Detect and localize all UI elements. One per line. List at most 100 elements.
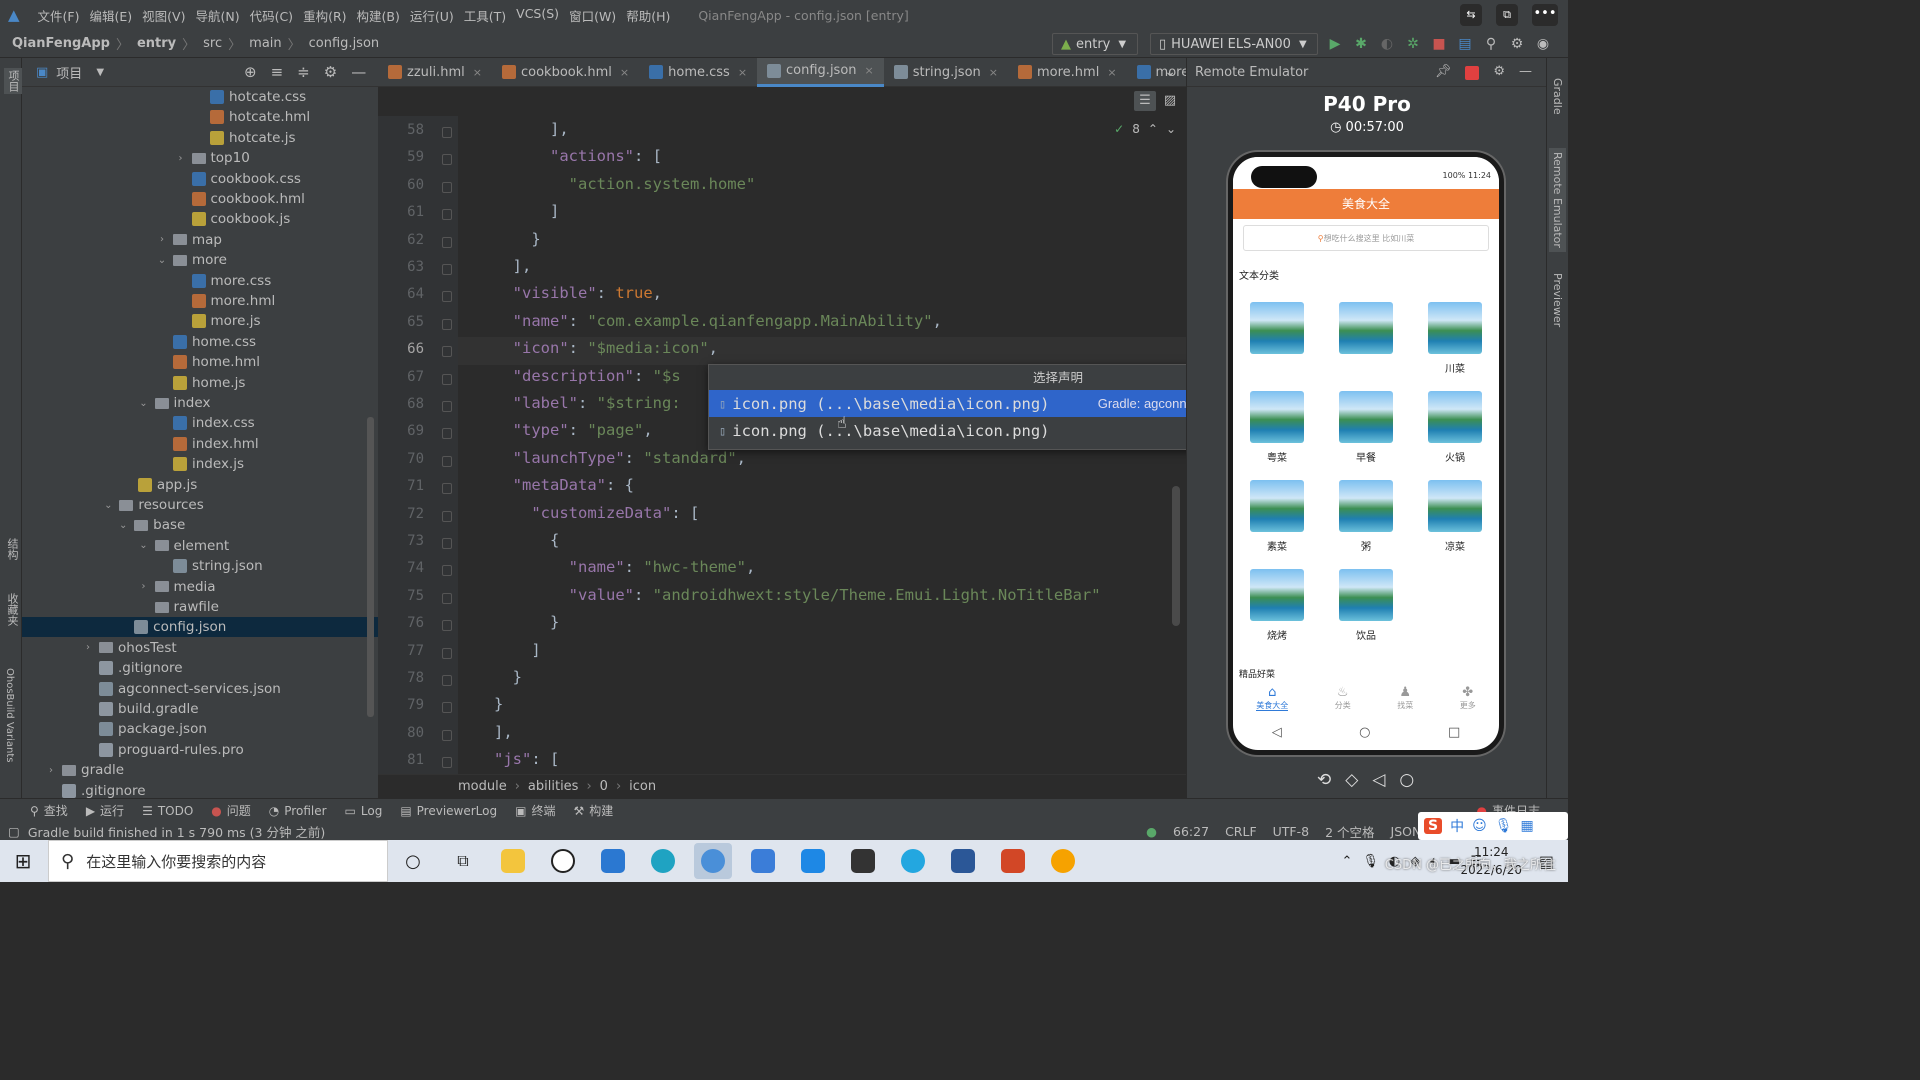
mail-icon[interactable] — [594, 843, 632, 879]
image-preview-icon[interactable]: ▨ — [1160, 91, 1180, 111]
tool-window-gradle[interactable]: Gradle — [1551, 78, 1564, 115]
debug-icon[interactable]: ✱ — [1352, 35, 1370, 53]
browser-icon[interactable] — [694, 843, 732, 879]
close-icon[interactable]: × — [1107, 66, 1116, 79]
keyboard-icon[interactable]: ▦ — [1520, 818, 1533, 834]
tree-node[interactable]: home.js — [155, 373, 245, 393]
window-icon[interactable]: ⧉ — [1496, 4, 1518, 26]
fold-marker-icon[interactable] — [442, 510, 452, 522]
category-item[interactable]: 饮品 — [1338, 569, 1394, 642]
tree-node[interactable]: index.css — [155, 413, 255, 433]
tree-node[interactable]: proguard-rules.pro — [81, 740, 244, 760]
tool-log[interactable]: ▭ Log — [345, 804, 383, 818]
tree-node[interactable]: more.js — [174, 311, 261, 331]
home-icon[interactable]: ○ — [1359, 725, 1370, 745]
search-icon[interactable]: ⚲ — [1482, 35, 1500, 53]
hide-icon[interactable]: — — [351, 63, 366, 81]
tool-window-build-variants[interactable]: OhosBuild Variants — [4, 668, 15, 763]
menu-item[interactable]: 导航(N) — [195, 6, 239, 25]
tree-node[interactable]: cookbook.js — [174, 209, 290, 229]
chevron-down-icon[interactable]: ⌄ — [137, 540, 151, 551]
editor-tab[interactable]: home.css × — [639, 58, 757, 87]
translate-icon[interactable]: ⇆ — [1460, 4, 1482, 26]
chevron-down-icon[interactable]: ⌄ — [137, 398, 151, 409]
fold-marker-icon[interactable] — [442, 401, 452, 412]
fold-marker-icon[interactable] — [442, 154, 452, 166]
tool-window-structure[interactable]: 结构 — [4, 538, 20, 560]
category-item[interactable]: 粥 — [1338, 480, 1394, 553]
edge-icon[interactable] — [644, 843, 682, 879]
app-icon[interactable] — [1044, 843, 1082, 879]
close-icon[interactable]: × — [865, 64, 874, 77]
chevron-right-icon[interactable]: › — [81, 642, 95, 653]
tool-problems[interactable]: ● 问题 — [211, 802, 251, 819]
category-item[interactable]: 早餐 — [1338, 391, 1394, 464]
tree-node[interactable]: home.css — [155, 332, 256, 352]
category-item[interactable] — [1338, 302, 1394, 360]
tree-node[interactable]: › map — [155, 230, 222, 250]
gear-icon[interactable]: ⚙ — [1508, 35, 1526, 53]
tree-node[interactable]: ⌄ resources — [101, 495, 204, 515]
menu-item[interactable]: 文件(F) — [38, 6, 80, 25]
fold-marker-icon[interactable] — [442, 455, 452, 467]
tree-node[interactable]: index.hml — [155, 434, 259, 454]
fold-marker-icon[interactable] — [442, 127, 452, 138]
run-icon[interactable]: ▶ — [1326, 35, 1344, 53]
breadcrumb-project[interactable]: QianFengApp — [12, 36, 110, 51]
chevron-right-icon[interactable]: › — [44, 765, 58, 776]
collapse-all-icon[interactable]: ≑ — [297, 63, 310, 81]
category-item[interactable]: 素菜 — [1249, 480, 1305, 553]
category-item[interactable]: 凉菜 — [1427, 480, 1483, 553]
breadcrumb-item[interactable]: module — [458, 779, 507, 794]
word-icon[interactable] — [944, 843, 982, 879]
breadcrumb-item[interactable]: abilities — [528, 779, 579, 794]
pin-icon[interactable]: 📌︎ — [1435, 64, 1452, 80]
tree-node[interactable]: cookbook.hml — [174, 189, 305, 209]
editor-tab[interactable]: config.json × — [757, 57, 884, 87]
category-item[interactable]: 粤菜 — [1249, 391, 1305, 464]
hide-icon[interactable]: — — [1519, 64, 1532, 80]
cursor-position[interactable]: 66:27 — [1173, 824, 1209, 839]
fold-marker-icon[interactable] — [442, 565, 452, 577]
breadcrumb-main[interactable]: main — [249, 36, 281, 51]
tree-node[interactable]: ⌄ index — [137, 393, 210, 413]
app-icon[interactable] — [894, 843, 932, 879]
tool-window-previewer[interactable]: Previewer — [1551, 273, 1564, 327]
tree-node[interactable]: rawfile — [137, 597, 219, 617]
chevron-down-icon[interactable]: ⌄ — [1164, 64, 1176, 80]
fold-marker-icon[interactable] — [442, 647, 452, 659]
run-config-select[interactable]: ▲ entry ▼ — [1052, 33, 1138, 55]
fold-marker-icon[interactable] — [442, 318, 452, 330]
menu-item[interactable]: 帮助(H) — [626, 6, 670, 25]
file-encoding[interactable]: UTF-8 — [1273, 824, 1309, 839]
fold-marker-icon[interactable] — [442, 346, 452, 358]
project-panel-title[interactable]: 项目 — [56, 63, 82, 82]
stop-icon[interactable]: ■ — [1430, 35, 1448, 53]
search-box[interactable]: ⚲想吃什么搜这里 比如川菜 — [1243, 225, 1489, 251]
tree-node[interactable]: app.js — [120, 475, 197, 495]
menu-item[interactable]: 编辑(E) — [90, 6, 133, 25]
reader-mode-icon[interactable]: ☰ — [1134, 91, 1156, 111]
tree-node[interactable]: ⌄ base — [116, 515, 185, 535]
taskbar-search[interactable]: ⚲ 在这里输入你要搜索的内容 — [48, 840, 388, 882]
tree-node[interactable]: home.hml — [155, 352, 260, 372]
start-button[interactable]: ⊞ — [4, 843, 42, 879]
attach-debugger-icon[interactable]: ◐ — [1378, 35, 1396, 53]
breadcrumb-item[interactable]: 0 — [600, 779, 608, 794]
device-manager-icon[interactable]: ▤ — [1456, 35, 1474, 53]
editor-tab[interactable]: string.json × — [884, 58, 1008, 87]
tree-node[interactable]: more.css — [174, 271, 271, 291]
home-icon[interactable]: ○ — [1399, 770, 1414, 790]
category-item[interactable]: 烧烤 — [1249, 569, 1305, 642]
more-options-icon[interactable]: ••• — [1532, 4, 1558, 26]
emoji-icon[interactable]: ☺ — [1472, 818, 1487, 834]
gear-icon[interactable]: ⚙ — [324, 63, 337, 81]
tool-terminal[interactable]: ▣ 终端 — [515, 802, 555, 819]
chevron-right-icon[interactable]: › — [155, 234, 169, 245]
chevron-right-icon[interactable]: › — [137, 581, 151, 592]
close-icon[interactable]: × — [989, 66, 998, 79]
rotate-alt-icon[interactable]: ◇ — [1345, 770, 1358, 790]
menu-item[interactable]: 工具(T) — [464, 6, 506, 25]
nav-find[interactable]: ♟ 找菜 — [1397, 685, 1413, 719]
tool-window-project[interactable]: 项目 — [4, 68, 22, 94]
